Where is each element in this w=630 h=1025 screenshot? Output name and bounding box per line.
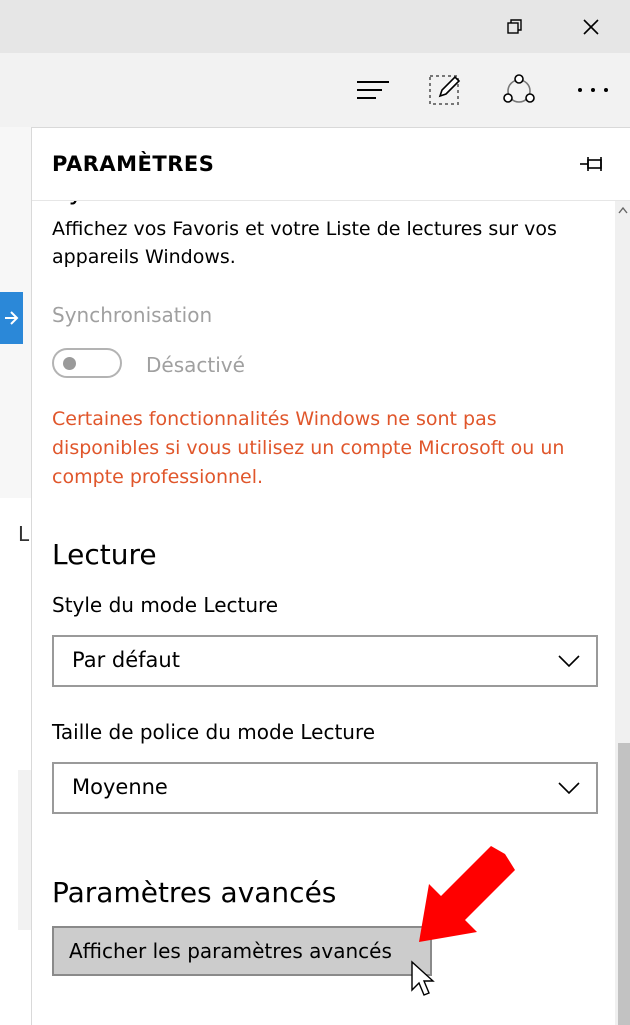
sync-warning-line1: Certaines fonctionnalités Windows ne son…	[52, 408, 497, 430]
web-note-icon	[429, 75, 461, 105]
restore-button[interactable]	[492, 0, 538, 53]
pin-icon	[580, 157, 602, 171]
chevron-down-icon	[558, 782, 580, 795]
background-card	[18, 770, 32, 930]
sync-description-line2: appareils Windows.	[52, 246, 236, 268]
panel-title: PARAMÈTRES	[52, 152, 215, 176]
background-text: L	[18, 522, 30, 546]
close-button[interactable]	[568, 0, 614, 53]
restore-icon	[507, 18, 522, 34]
show-advanced-settings-label: Afficher les paramètres avancés	[69, 939, 392, 963]
background-page-content	[0, 498, 32, 1024]
pin-button[interactable]	[580, 154, 606, 178]
reading-font-select[interactable]: Moyenne	[52, 762, 598, 814]
chevron-down-icon	[558, 655, 580, 668]
hub-icon	[357, 81, 389, 99]
sync-toggle-state: Désactivé	[146, 353, 245, 377]
sync-toggle[interactable]	[52, 348, 122, 378]
mouse-cursor-icon	[411, 960, 435, 996]
reading-style-select[interactable]: Par défaut	[52, 635, 598, 687]
share-icon	[503, 74, 535, 103]
annotation-arrow-icon	[419, 846, 515, 942]
background-go-button[interactable]	[0, 292, 23, 344]
scroll-up-icon[interactable]	[618, 206, 628, 214]
show-advanced-settings-button[interactable]: Afficher les paramètres avancés	[52, 926, 432, 976]
arrow-right-icon	[4, 311, 18, 325]
reading-font-value: Moyenne	[72, 775, 168, 799]
advanced-heading: Paramètres avancés	[52, 876, 337, 909]
title-bar	[0, 0, 630, 53]
scrollbar-thumb[interactable]	[618, 743, 630, 1025]
reading-style-value: Par défaut	[72, 648, 180, 672]
reading-font-label: Taille de police du mode Lecture	[52, 720, 376, 744]
reading-heading: Lecture	[52, 538, 157, 571]
more-button[interactable]	[568, 65, 618, 115]
sync-description-line1: Affichez vos Favoris et votre Liste de l…	[52, 218, 557, 240]
more-icon	[578, 88, 608, 92]
sync-warning-line2: disponibles si vous utilisez un compte M…	[52, 437, 565, 459]
browser-toolbar	[0, 53, 630, 127]
sync-warning-line3: compte professionnel.	[52, 466, 264, 488]
toggle-knob	[63, 357, 76, 370]
web-note-button[interactable]	[420, 65, 470, 115]
hub-button[interactable]	[348, 65, 398, 115]
share-button[interactable]	[494, 65, 544, 115]
panel-header: PARAMÈTRES	[32, 128, 630, 201]
close-icon	[583, 18, 599, 35]
reading-style-label: Style du mode Lecture	[52, 593, 279, 617]
settings-panel: PARAMÈTRES Synchroniser votre contenu Af…	[31, 127, 630, 1025]
sync-label: Synchronisation	[52, 303, 213, 327]
